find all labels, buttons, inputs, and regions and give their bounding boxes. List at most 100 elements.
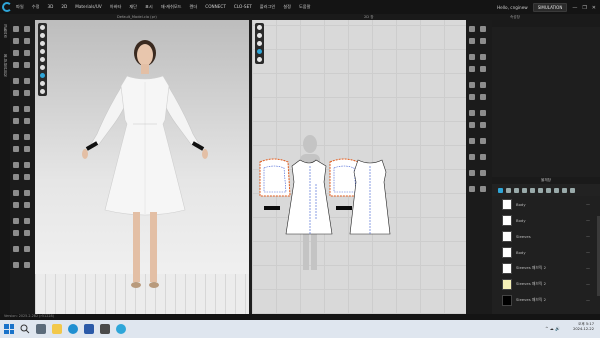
system-tray-icons[interactable]: ^ ☁ 🔊 — [545, 326, 560, 331]
puckering-tool-icon[interactable] — [24, 146, 30, 152]
tack-sewing-icon[interactable] — [480, 122, 486, 128]
tack-tool-icon[interactable] — [24, 50, 30, 56]
ellipse-icon[interactable] — [469, 66, 475, 72]
arrangement-tool-icon[interactable] — [24, 174, 30, 180]
select-tool-icon[interactable] — [13, 26, 19, 32]
avatar-display-icon[interactable] — [40, 33, 45, 38]
task-view-icon[interactable] — [36, 324, 46, 334]
edge-icon[interactable] — [68, 324, 78, 334]
menu-render[interactable]: 렌더 — [190, 4, 198, 10]
graphic-edit-icon[interactable] — [480, 154, 486, 160]
annotation-icon[interactable] — [469, 186, 475, 192]
fabric-menu-icon[interactable]: — — [586, 250, 590, 255]
fabric-item[interactable]: Body — — [492, 196, 600, 212]
windows-start-icon[interactable] — [4, 324, 14, 334]
xray-tool-icon[interactable] — [13, 262, 19, 268]
rectangle-icon[interactable] — [480, 54, 486, 60]
fabric-tab-icon[interactable] — [506, 187, 511, 193]
measure-tool-icon[interactable] — [24, 78, 30, 84]
fabric-display-icon[interactable] — [40, 73, 45, 78]
steam-tool-icon[interactable] — [24, 62, 30, 68]
text-tool-icon[interactable] — [469, 170, 475, 176]
texture-display-icon[interactable] — [40, 49, 45, 54]
fabric-menu-icon[interactable]: — — [586, 266, 590, 271]
menu-cache[interactable]: 재-캐쉬모드 — [161, 4, 182, 10]
texture-tool-icon[interactable] — [24, 134, 30, 140]
simulation-button[interactable]: SIMULATION — [532, 3, 568, 12]
m-n-sewing-icon[interactable] — [469, 122, 475, 128]
dart-icon[interactable] — [469, 82, 475, 88]
edit-point-icon[interactable] — [480, 26, 486, 32]
menu-2d[interactable]: 2D — [61, 4, 67, 10]
free-sewing-icon[interactable] — [480, 110, 486, 116]
garment-display-icon[interactable] — [40, 41, 45, 46]
fabric-item[interactable]: Sleeves — — [492, 228, 600, 244]
hanger-tool-icon[interactable] — [24, 246, 30, 252]
snapshot-tool-icon[interactable] — [24, 202, 30, 208]
fabric-item[interactable]: Sleeves 패브릭 2 — — [492, 292, 600, 308]
view-mode-icon[interactable] — [40, 25, 45, 30]
tab-object[interactable]: 오브젝트 — [2, 24, 7, 38]
menu-cut[interactable]: 재단 — [129, 4, 137, 10]
fabric-menu-icon[interactable]: — — [586, 282, 590, 287]
2d-pattern-viewport[interactable] — [252, 20, 466, 314]
wire-tool-icon[interactable] — [24, 262, 30, 268]
fabric-toggle-icon[interactable] — [257, 49, 262, 54]
notch-icon[interactable] — [469, 94, 475, 100]
brush-tool-icon[interactable] — [13, 62, 19, 68]
fabric-menu-icon[interactable]: — — [586, 202, 590, 207]
line-tool-icon[interactable] — [24, 90, 30, 96]
camera-display-icon[interactable] — [40, 81, 45, 86]
stretch-tool-icon[interactable] — [24, 230, 30, 236]
internal-line-icon[interactable] — [480, 66, 486, 72]
menu-help[interactable]: 도움말 — [299, 4, 311, 10]
fabric-menu-icon[interactable]: — — [586, 234, 590, 239]
3d-viewport[interactable] — [35, 20, 249, 314]
gear-icon[interactable] — [100, 324, 110, 334]
store-icon[interactable] — [84, 324, 94, 334]
search-icon[interactable] — [20, 324, 30, 334]
avatar-tool-icon[interactable] — [13, 162, 19, 168]
maximize-icon[interactable]: ❐ — [582, 5, 586, 11]
close-icon[interactable]: ✕ — [592, 5, 596, 11]
ruler-2d-icon[interactable] — [480, 186, 486, 192]
menu-closet[interactable]: CLO-SET — [234, 4, 252, 10]
fold-tool-icon[interactable] — [24, 38, 30, 44]
arrangement-display-icon[interactable] — [40, 65, 45, 70]
menu-edit[interactable]: 수정 — [32, 4, 40, 10]
add-point-icon[interactable] — [480, 38, 486, 44]
transform-pattern-icon[interactable] — [469, 26, 475, 32]
fabric-menu-icon[interactable]: — — [586, 298, 590, 303]
piping-tool-icon[interactable] — [24, 118, 30, 124]
curve-point-icon[interactable] — [469, 38, 475, 44]
fabric-menu-icon[interactable]: — — [586, 218, 590, 223]
pose-tool-icon[interactable] — [13, 174, 19, 180]
texture-edit-icon[interactable] — [469, 154, 475, 160]
piping-tab-icon[interactable] — [554, 187, 559, 193]
measure-tab-icon[interactable] — [562, 187, 567, 193]
pressure-tool-icon[interactable] — [13, 230, 19, 236]
menu-materials[interactable]: Materials/UV — [75, 4, 102, 10]
light-tool-icon[interactable] — [24, 190, 30, 196]
edit-sewing-icon[interactable] — [469, 138, 475, 144]
fabric-item[interactable]: Sleeves 패브릭 2 — — [492, 260, 600, 276]
menu-display[interactable]: 표시 — [145, 4, 153, 10]
pleat-icon[interactable] — [480, 82, 486, 88]
size-tool-icon[interactable] — [24, 162, 30, 168]
pattern-display-icon[interactable] — [40, 57, 45, 62]
menu-avatar[interactable]: 아바타 — [110, 4, 122, 10]
user-greeting[interactable]: Hello, cnginew — [497, 5, 528, 10]
fabric-item[interactable]: Body — — [492, 212, 600, 228]
tape-tool-icon[interactable] — [13, 90, 19, 96]
morph-tool-icon[interactable] — [13, 246, 19, 252]
camera-tool-icon[interactable] — [13, 202, 19, 208]
grid-toggle-icon[interactable] — [257, 25, 262, 30]
button-tool-icon[interactable] — [13, 106, 19, 112]
app-logo-icon[interactable] — [2, 2, 12, 12]
pin-tool-icon[interactable] — [13, 50, 19, 56]
topstitch-tab-icon[interactable] — [538, 187, 543, 193]
topstitch-tool-icon[interactable] — [13, 146, 19, 152]
shading-tool-icon[interactable] — [13, 190, 19, 196]
fit-tool-icon[interactable] — [13, 218, 19, 224]
minimize-icon[interactable]: — — [572, 5, 577, 11]
